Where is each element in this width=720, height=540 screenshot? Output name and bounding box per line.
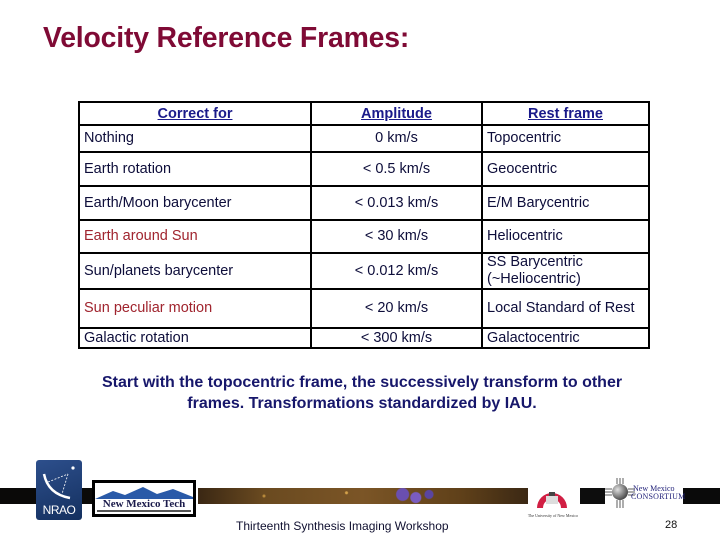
footer-band-left bbox=[0, 488, 40, 504]
table-row: Earth around Sun < 30 km/s Heliocentric bbox=[78, 219, 650, 254]
cell-amplitude: < 0.013 km/s bbox=[310, 185, 483, 221]
cell-correct-for: Galactic rotation bbox=[78, 327, 312, 349]
header-rest-frame: Rest frame bbox=[481, 101, 650, 126]
cell-correct-for: Earth around Sun bbox=[78, 219, 312, 254]
cell-correct-for: Earth/Moon barycenter bbox=[78, 185, 312, 221]
cell-rest-frame: SS Barycentric (~Heliocentric) bbox=[481, 252, 650, 290]
cell-amplitude: < 0.012 km/s bbox=[310, 252, 483, 290]
cell-correct-for: Nothing bbox=[78, 124, 312, 153]
cell-rest-frame: E/M Barycentric bbox=[481, 185, 650, 221]
cell-rest-frame: Galactocentric bbox=[481, 327, 650, 349]
footer-starfield-band bbox=[198, 488, 528, 504]
footer-band-right bbox=[683, 488, 720, 504]
unm-logo-text: The University of New Mexico bbox=[527, 513, 579, 518]
table-row: Sun peculiar motion < 20 km/s Local Stan… bbox=[78, 288, 650, 329]
table-row: Earth/Moon barycenter < 0.013 km/s E/M B… bbox=[78, 185, 650, 221]
table-row: Earth rotation < 0.5 km/s Geocentric bbox=[78, 151, 650, 187]
new-mexico-tech-logo: New Mexico Tech bbox=[92, 480, 196, 517]
cell-rest-frame: Topocentric bbox=[481, 124, 650, 153]
reference-frames-table: Correct for Amplitude Rest frame Nothing… bbox=[78, 101, 650, 349]
nmt-logo-text: New Mexico Tech bbox=[102, 498, 186, 510]
table-row: Sun/planets barycenter < 0.012 km/s SS B… bbox=[78, 252, 650, 290]
cell-amplitude: 0 km/s bbox=[310, 124, 483, 153]
consortium-sphere-icon bbox=[612, 484, 628, 500]
cell-rest-frame: Geocentric bbox=[481, 151, 650, 187]
nrao-logo: NRAO bbox=[36, 460, 82, 520]
slide-title: Velocity Reference Frames: bbox=[43, 22, 410, 54]
header-amplitude: Amplitude bbox=[310, 101, 483, 126]
cell-correct-for: Sun/planets barycenter bbox=[78, 252, 312, 290]
cell-amplitude: < 20 km/s bbox=[310, 288, 483, 329]
slide-caption: Start with the topocentric frame, the su… bbox=[101, 374, 623, 412]
mountain-icon bbox=[95, 487, 193, 499]
cell-amplitude: < 30 km/s bbox=[310, 219, 483, 254]
nrao-logo-text: NRAO bbox=[42, 503, 76, 517]
unm-logo: The University of New Mexico bbox=[527, 480, 579, 518]
cell-rest-frame: Heliocentric bbox=[481, 219, 650, 254]
table-row: Galactic rotation < 300 km/s Galactocent… bbox=[78, 327, 650, 349]
footer-band-segment bbox=[580, 488, 605, 504]
unm-arc-icon bbox=[537, 492, 567, 508]
nm-consortium-logo: New Mexico CONSORTIUM bbox=[605, 478, 685, 508]
cell-correct-for: Sun peculiar motion bbox=[78, 288, 312, 329]
cell-correct-for: Earth rotation bbox=[78, 151, 312, 187]
table-header-row: Correct for Amplitude Rest frame bbox=[78, 101, 650, 126]
nmt-logo-subline bbox=[97, 510, 191, 512]
page-number: 28 bbox=[665, 519, 678, 531]
cell-amplitude: < 300 km/s bbox=[310, 327, 483, 349]
header-correct-for: Correct for bbox=[78, 101, 312, 126]
cell-rest-frame: Local Standard of Rest bbox=[481, 288, 650, 329]
consortium-logo-line2: CONSORTIUM bbox=[631, 492, 686, 501]
radio-dish-icon bbox=[42, 466, 75, 500]
footer-workshop-name: Thirteenth Synthesis Imaging Workshop bbox=[236, 519, 449, 533]
cell-amplitude: < 0.5 km/s bbox=[310, 151, 483, 187]
table-row: Nothing 0 km/s Topocentric bbox=[78, 124, 650, 153]
